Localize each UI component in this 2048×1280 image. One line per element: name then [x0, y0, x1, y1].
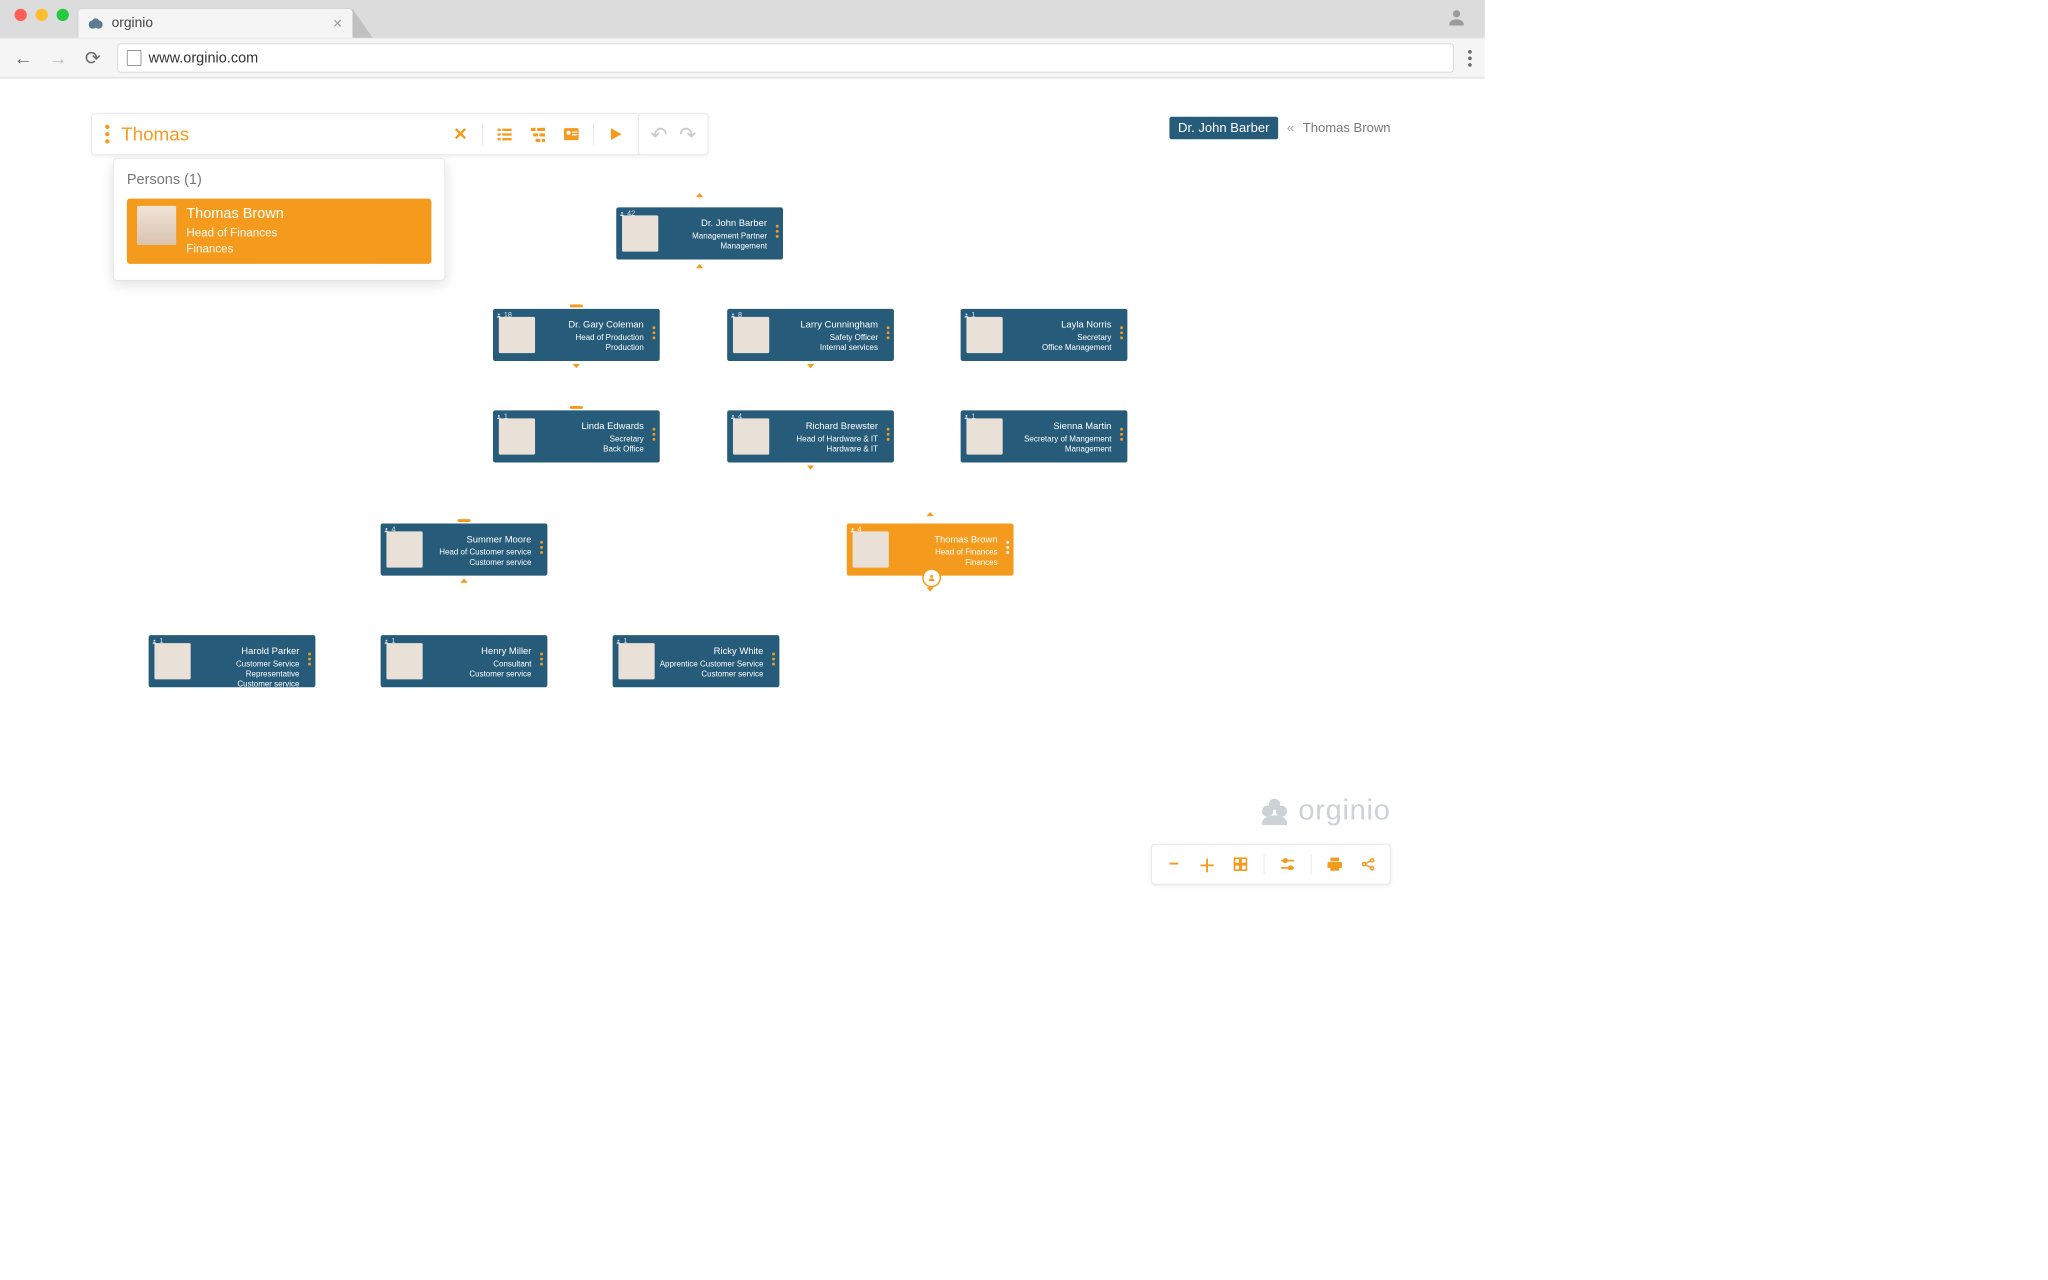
avatar	[733, 418, 769, 454]
expand-up-icon[interactable]	[927, 512, 934, 516]
node-menu-icon[interactable]	[653, 326, 656, 339]
expand-down-icon[interactable]	[807, 364, 814, 368]
org-node-white[interactable]: 1 Ricky WhiteApprentice Customer Service…	[613, 635, 780, 687]
zoom-out-icon[interactable]: −	[1164, 854, 1184, 874]
zoom-window-dot[interactable]	[57, 8, 69, 20]
node-menu-icon[interactable]	[1006, 541, 1009, 554]
collapse-bar[interactable]	[457, 519, 470, 522]
avatar	[733, 317, 769, 353]
url-input[interactable]: www.orginio.com	[117, 44, 1453, 73]
avatar	[154, 643, 190, 679]
connector-lines	[0, 77, 218, 186]
avatar	[966, 317, 1002, 353]
avatar	[386, 643, 422, 679]
browser-menu-icon[interactable]	[1468, 50, 1472, 67]
tab-favicon	[88, 16, 103, 31]
minimize-window-dot[interactable]	[36, 8, 48, 20]
avatar	[386, 531, 422, 567]
settings-sliders-icon[interactable]	[1277, 856, 1297, 873]
node-menu-icon[interactable]	[887, 428, 890, 441]
focus-person-pin-icon[interactable]	[922, 568, 941, 587]
share-icon[interactable]	[1358, 856, 1378, 872]
zoom-toolbar: − ＋	[1151, 844, 1390, 885]
collapse-bar[interactable]	[570, 305, 583, 308]
expand-down-icon[interactable]	[807, 465, 814, 469]
expand-down-icon[interactable]	[927, 587, 934, 591]
expand-up-icon[interactable]	[696, 193, 703, 197]
org-node-martin[interactable]: 1 Sienna MartinSecretary of MangementMan…	[961, 410, 1128, 462]
node-menu-icon[interactable]	[772, 653, 775, 666]
collapse-bar[interactable]	[570, 406, 583, 409]
back-icon[interactable]: ←	[13, 47, 33, 69]
avatar	[853, 531, 889, 567]
org-node-parker[interactable]: 1 Harold ParkerCustomer Service Represen…	[149, 635, 316, 687]
org-node-norris[interactable]: 1 Layla NorrisSecretaryOffice Management	[961, 309, 1128, 361]
node-menu-icon[interactable]	[887, 326, 890, 339]
url-text: www.orginio.com	[149, 50, 259, 67]
avatar	[499, 317, 535, 353]
node-menu-icon[interactable]	[540, 541, 543, 554]
close-window-dot[interactable]	[15, 8, 27, 20]
brand-text: orginio	[1298, 794, 1390, 827]
reload-icon[interactable]: ⟳	[83, 47, 103, 69]
brand-watermark: orginio	[1258, 793, 1391, 826]
node-menu-icon[interactable]	[653, 428, 656, 441]
profile-avatar-icon[interactable]	[1446, 6, 1468, 31]
avatar	[499, 418, 535, 454]
node-menu-icon[interactable]	[1120, 326, 1123, 339]
node-menu-icon[interactable]	[776, 225, 779, 238]
node-menu-icon[interactable]	[540, 653, 543, 666]
forward-icon[interactable]: →	[48, 47, 68, 69]
browser-tab[interactable]: orginio ×	[78, 8, 354, 38]
address-bar: ← → ⟳ www.orginio.com	[0, 38, 1485, 79]
collapse-icon[interactable]	[696, 264, 703, 268]
print-icon[interactable]	[1325, 856, 1345, 873]
org-node-coleman[interactable]: 18 Dr. Gary ColemanHead of ProductionPro…	[493, 309, 660, 361]
node-menu-icon[interactable]	[1120, 428, 1123, 441]
new-tab-affordance[interactable]	[352, 9, 372, 38]
tab-close-icon[interactable]: ×	[333, 14, 342, 33]
org-node-edwards[interactable]: 1 Linda EdwardsSecretaryBack Office	[493, 410, 660, 462]
expand-down-icon[interactable]	[573, 364, 580, 368]
window-controls	[10, 0, 77, 38]
brand-logo-icon	[1258, 793, 1291, 826]
org-node-brewster[interactable]: 4 Richard BrewsterHead of Hardware & ITH…	[727, 410, 894, 462]
zoom-in-icon[interactable]: ＋	[1197, 852, 1217, 877]
org-node-cunningham[interactable]: 8 Larry CunninghamSafety OfficerInternal…	[727, 309, 894, 361]
tab-title: orginio	[112, 15, 153, 31]
avatar	[966, 418, 1002, 454]
fit-screen-icon[interactable]	[1230, 856, 1250, 872]
org-node-barber[interactable]: 42 Dr. John Barber Management Partner Ma…	[616, 207, 783, 259]
org-node-moore[interactable]: 4 Summer MooreHead of Customer serviceCu…	[381, 523, 548, 575]
browser-chrome: orginio × ← → ⟳ www.orginio.com	[0, 0, 1485, 78]
avatar	[622, 215, 658, 251]
node-menu-icon[interactable]	[308, 653, 311, 666]
avatar	[618, 643, 654, 679]
org-node-miller[interactable]: 1 Henry MillerConsultantCustomer service	[381, 635, 548, 687]
page-info-icon[interactable]	[127, 50, 141, 66]
collapse-icon[interactable]	[460, 579, 467, 583]
tab-strip: orginio ×	[0, 0, 1485, 38]
